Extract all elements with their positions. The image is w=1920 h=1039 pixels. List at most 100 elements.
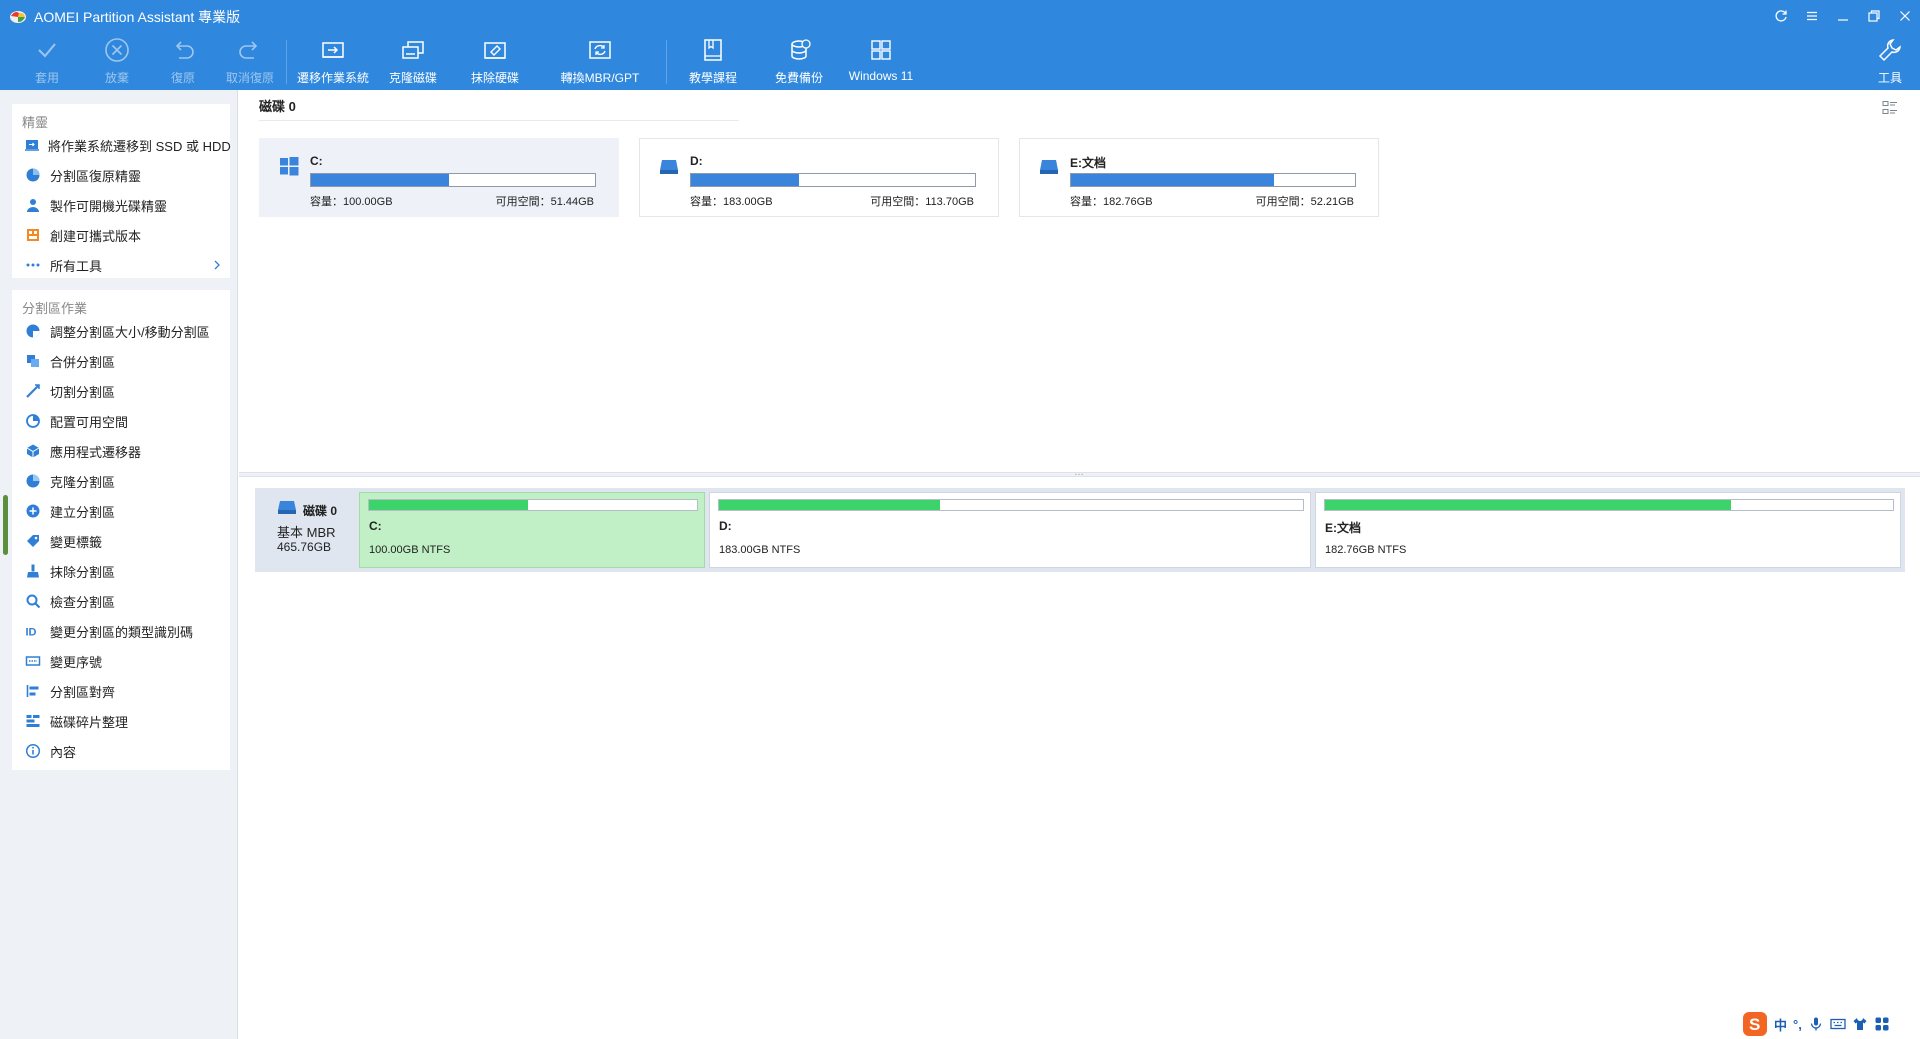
ime-punctuation[interactable]: °,: [1793, 1017, 1802, 1032]
sidebar-item-label: 製作可開機光碟精靈: [50, 198, 168, 214]
sidebar-item-wipe-partition[interactable]: 抹除分割區: [12, 556, 230, 586]
sidebar-item-allocate[interactable]: 配置可用空間: [12, 406, 230, 436]
divider: [259, 120, 739, 121]
sidebar-item-label: 檢查分割區: [50, 594, 116, 610]
partition-card-d[interactable]: D: 容量：183.00GB 可用空間：113.70GB: [639, 138, 999, 217]
sidebar-item-label: 變更分割區的類型識別碼: [50, 624, 194, 640]
sidebar-scrollbar[interactable]: [3, 495, 8, 555]
close-button[interactable]: [1890, 0, 1920, 32]
capacity-text: 容量：100.00GB: [310, 196, 393, 208]
microphone-icon[interactable]: [1808, 1016, 1824, 1032]
wipe-disk-icon: [484, 42, 506, 59]
minimize-icon: [1838, 19, 1848, 21]
wizards-title: 精靈: [22, 115, 49, 130]
ime-language[interactable]: 中: [1774, 1015, 1787, 1034]
redo-icon: [239, 41, 258, 59]
sidebar-item-create-partition[interactable]: 建立分割區: [12, 496, 230, 526]
sidebar-item-resize-move[interactable]: 調整分割區大小/移動分割區: [12, 316, 230, 346]
sidebar-item-portable[interactable]: 創建可攜式版本: [12, 220, 230, 250]
svg-text:S: S: [1749, 1015, 1760, 1034]
partition-card-e[interactable]: E:文档 容量：182.76GB 可用空間：52.21GB: [1019, 138, 1379, 217]
redo-button[interactable]: 取消復原: [224, 35, 276, 87]
partition-label: E:文档: [1325, 521, 1362, 535]
backup-icon: [791, 39, 811, 60]
sidebar-item-defrag[interactable]: 磁碟碎片整理: [12, 706, 230, 736]
ime-tray: S 中 °,: [1742, 1011, 1890, 1037]
menu-button[interactable]: [1797, 0, 1827, 32]
keyboard-icon[interactable]: [1830, 1016, 1846, 1032]
usage-bar-fill: [311, 174, 450, 186]
sogou-ime-icon[interactable]: S: [1742, 1011, 1768, 1037]
usage-bar-fill: [691, 174, 799, 186]
align-icon: [26, 685, 39, 697]
info-icon: [25, 743, 41, 759]
discard-button[interactable]: 放棄: [98, 35, 136, 87]
sidebar-item-properties[interactable]: 內容: [12, 736, 230, 766]
clone-disk-button[interactable]: 克隆磁碟: [386, 35, 440, 87]
refresh-button[interactable]: [1766, 0, 1796, 32]
clone-disk-icon: [402, 41, 424, 59]
minimize-button[interactable]: [1828, 0, 1858, 32]
menu-icon: [1807, 11, 1817, 21]
convert-icon: [589, 41, 611, 59]
sidebar-item-clone-partition[interactable]: 克隆分割區: [12, 466, 230, 496]
undo-button[interactable]: 復原: [164, 35, 202, 87]
disk-map-partition-c[interactable]: C: 100.00GB NTFS: [359, 492, 705, 568]
bootable-media-icon: [27, 199, 39, 212]
id-icon: ID: [26, 627, 37, 639]
sidebar: 精靈 將作業系統遷移到 SSD 或 HDD 分割區復原精靈 製作可開機光碟精靈 …: [0, 90, 238, 1039]
free-backup-button[interactable]: 免費備份: [772, 35, 826, 87]
sidebar-item-check-partition[interactable]: 檢查分割區: [12, 586, 230, 616]
usage-bar: [368, 499, 698, 511]
migrate-os-button[interactable]: 遷移作業系統: [296, 35, 370, 87]
sidebar-item-label: 調整分割區大小/移動分割區: [50, 324, 210, 340]
app-title: AOMEI Partition Assistant 專業版: [34, 9, 241, 25]
windows11-button[interactable]: Windows 11: [848, 35, 914, 87]
partition-name: C:: [310, 154, 323, 168]
toolbox-icon[interactable]: [1874, 1016, 1890, 1032]
disk-icon: [278, 501, 296, 514]
usage-bar-fill: [1071, 174, 1274, 186]
restore-button[interactable]: [1859, 0, 1889, 32]
disk-info[interactable]: 磁碟 0 基本 MBR 465.76GB: [255, 488, 357, 572]
wrench-icon: [1878, 39, 1901, 62]
sidebar-item-merge[interactable]: 合併分割區: [12, 346, 230, 376]
sidebar-item-label: 配置可用空間: [50, 414, 129, 430]
disk-map-partition-d[interactable]: D: 183.00GB NTFS: [709, 492, 1311, 568]
free-space-text: 可用空間：52.21GB: [1255, 196, 1354, 208]
partition-card-c[interactable]: C: 容量：100.00GB 可用空間：51.44GB: [259, 138, 619, 217]
tutorial-button[interactable]: 教學課程: [686, 35, 740, 87]
sidebar-item-bootable-media[interactable]: 製作可開機光碟精靈: [12, 190, 230, 220]
windows11-icon: [871, 40, 891, 60]
allocate-icon: [26, 414, 40, 428]
pane-splitter[interactable]: …: [239, 467, 1920, 478]
toolbar: 套用 放棄 復原 取消復原 遷移作業系統 克隆磁碟 抹除硬碟 轉換MBR/GPT…: [0, 32, 1920, 90]
wizards-panel: 精靈 將作業系統遷移到 SSD 或 HDD 分割區復原精靈 製作可開機光碟精靈 …: [12, 104, 231, 280]
merge-icon: [27, 355, 39, 367]
sidebar-item-change-serial[interactable]: 變更序號: [12, 646, 230, 676]
sidebar-item-app-mover[interactable]: 應用程式遷移器: [12, 436, 230, 466]
apply-button[interactable]: 套用: [28, 35, 66, 87]
tools-button[interactable]: 工具: [1872, 35, 1908, 87]
sidebar-item-all-tools[interactable]: 所有工具: [12, 250, 230, 280]
toolbar-separator: [666, 40, 667, 84]
sidebar-item-split[interactable]: 切割分割區: [12, 376, 230, 406]
skin-icon[interactable]: [1852, 1016, 1868, 1032]
sidebar-item-label: 創建可攜式版本: [50, 228, 142, 244]
sidebar-item-partition-recovery[interactable]: 分割區復原精靈: [12, 160, 230, 190]
usage-bar: [1070, 173, 1356, 187]
sidebar-item-migrate-os[interactable]: 將作業系統遷移到 SSD 或 HDD: [12, 130, 231, 160]
view-toggle-icon[interactable]: [1882, 100, 1898, 116]
app-logo-icon: [10, 11, 26, 23]
sidebar-item-change-label[interactable]: 變更標籤: [12, 526, 230, 556]
serial-icon: [25, 656, 41, 666]
sidebar-item-align[interactable]: 分割區對齊: [12, 676, 230, 706]
partition-fs: 100.00GB NTFS: [369, 544, 451, 556]
convert-mbr-gpt-button[interactable]: 轉換MBR/GPT: [561, 35, 639, 87]
sidebar-item-label: 切割分割區: [50, 384, 116, 400]
wipe-disk-button[interactable]: 抹除硬碟: [468, 35, 522, 87]
free-space-text: 可用空間：51.44GB: [495, 196, 594, 208]
disk-map-partition-e[interactable]: E:文档 182.76GB NTFS: [1315, 492, 1901, 568]
sidebar-item-change-type-id[interactable]: ID 變更分割區的類型識別碼: [12, 616, 230, 646]
sidebar-item-label: 內容: [50, 744, 77, 760]
